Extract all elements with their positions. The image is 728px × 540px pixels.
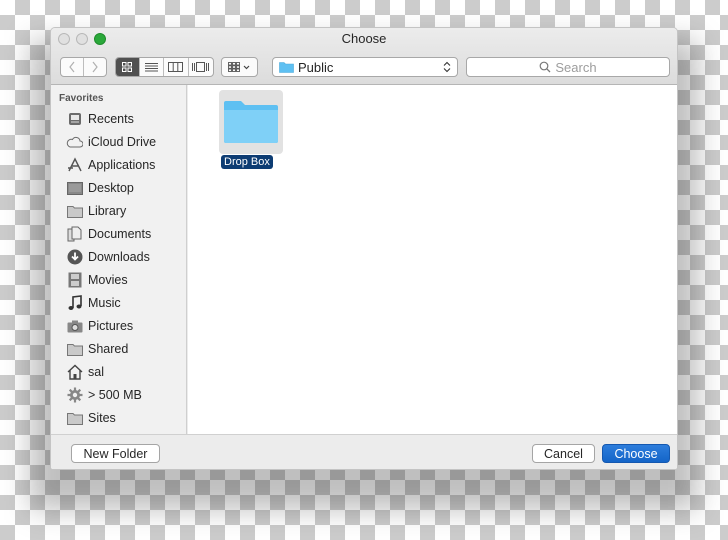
gear-icon <box>66 387 83 403</box>
view-mode-selector <box>115 57 214 77</box>
chevron-right-icon <box>92 61 98 73</box>
sidebar-item-label: sal <box>88 365 104 379</box>
sidebar-item-label: Library <box>88 204 127 218</box>
sidebar-item-label: Music <box>88 296 121 310</box>
file-name-label[interactable]: Drop Box <box>221 155 273 169</box>
sidebar-item-desktop[interactable]: Desktop <box>66 178 134 198</box>
location-label: Public <box>298 59 334 75</box>
sidebar-item-recents[interactable]: Recents <box>66 109 134 129</box>
grid-icon <box>122 62 133 72</box>
folder-icon <box>66 341 83 357</box>
choose-button[interactable]: Choose <box>602 444 670 463</box>
sidebar-item-500mb[interactable]: > 500 MB <box>66 385 142 405</box>
folder-icon <box>279 62 294 73</box>
recents-icon <box>66 111 83 127</box>
list-icon <box>144 63 158 72</box>
columns-icon <box>168 62 184 72</box>
icon-view-button[interactable] <box>116 58 140 76</box>
sidebar-item-icloud-drive[interactable]: iCloud Drive <box>66 132 156 152</box>
cancel-button[interactable]: Cancel <box>532 444 595 463</box>
documents-icon <box>66 226 83 242</box>
sidebar-item-label: Pictures <box>88 319 134 333</box>
back-button[interactable] <box>61 58 84 76</box>
updown-chevron-icon <box>443 61 451 73</box>
sidebar-item-pictures[interactable]: Pictures <box>66 316 133 336</box>
music-icon <box>66 295 83 311</box>
list-view-button[interactable] <box>140 58 165 76</box>
sidebar-item-library[interactable]: Library <box>66 201 126 221</box>
sidebar-item-label: > 500 MB <box>88 388 142 402</box>
sidebar-item-label: Movies <box>88 273 128 287</box>
folder-icon <box>66 410 83 426</box>
movies-icon <box>66 272 83 288</box>
cover-flow-view-button[interactable] <box>189 58 213 76</box>
arrange-button[interactable] <box>221 57 258 77</box>
chevron-left-icon <box>68 61 75 73</box>
choose-dialog: Choose Public Search Favorites Recents i… <box>50 27 678 470</box>
sidebar-item-label: Sites <box>88 411 116 425</box>
folder-icon <box>224 101 278 143</box>
new-folder-button[interactable]: New Folder <box>71 444 160 463</box>
sidebar-item-documents[interactable]: Documents <box>66 224 151 244</box>
search-placeholder: Search <box>555 59 597 75</box>
home-icon <box>66 364 83 380</box>
forward-button[interactable] <box>84 58 106 76</box>
file-browser: Drop Box <box>188 85 677 434</box>
sidebar-item-applications[interactable]: Applications <box>66 155 155 175</box>
search-input[interactable]: Search <box>466 57 670 77</box>
desktop-icon <box>66 180 83 196</box>
column-view-button[interactable] <box>164 58 189 76</box>
chevron-down-icon <box>243 65 249 70</box>
favorites-heading: Favorites <box>59 93 104 104</box>
sidebar: Favorites Recents iCloud Drive Applicati… <box>51 85 187 434</box>
folder-icon <box>66 203 83 219</box>
sidebar-item-music[interactable]: Music <box>66 293 121 313</box>
sidebar-item-label: Shared <box>88 342 129 356</box>
downloads-icon <box>66 249 83 265</box>
toolbar: Choose Public Search <box>51 28 677 85</box>
sidebar-item-label: Desktop <box>88 181 134 195</box>
sidebar-item-sites[interactable]: Sites <box>66 408 116 428</box>
sidebar-item-label: Documents <box>88 227 152 241</box>
window-title: Choose <box>341 31 387 46</box>
cover-flow-icon <box>192 62 210 72</box>
dialog-footer: New Folder Cancel Choose <box>51 434 677 469</box>
sidebar-item-label: Applications <box>88 158 156 172</box>
sidebar-item-sal[interactable]: sal <box>66 362 104 382</box>
sidebar-item-label: Downloads <box>88 250 150 264</box>
arrange-grid-icon <box>227 62 249 72</box>
sidebar-item-movies[interactable]: Movies <box>66 270 128 290</box>
applications-icon <box>66 157 83 173</box>
location-popup[interactable]: Public <box>272 57 458 77</box>
sidebar-item-label: iCloud Drive <box>88 135 157 149</box>
sidebar-item-downloads[interactable]: Downloads <box>66 247 150 267</box>
file-item-drop-box[interactable] <box>219 90 283 154</box>
cloud-icon <box>66 134 83 150</box>
camera-icon <box>66 318 83 334</box>
navigation-buttons <box>60 57 107 77</box>
sidebar-item-shared[interactable]: Shared <box>66 339 128 359</box>
search-icon <box>539 61 551 73</box>
sidebar-item-label: Recents <box>88 112 134 126</box>
